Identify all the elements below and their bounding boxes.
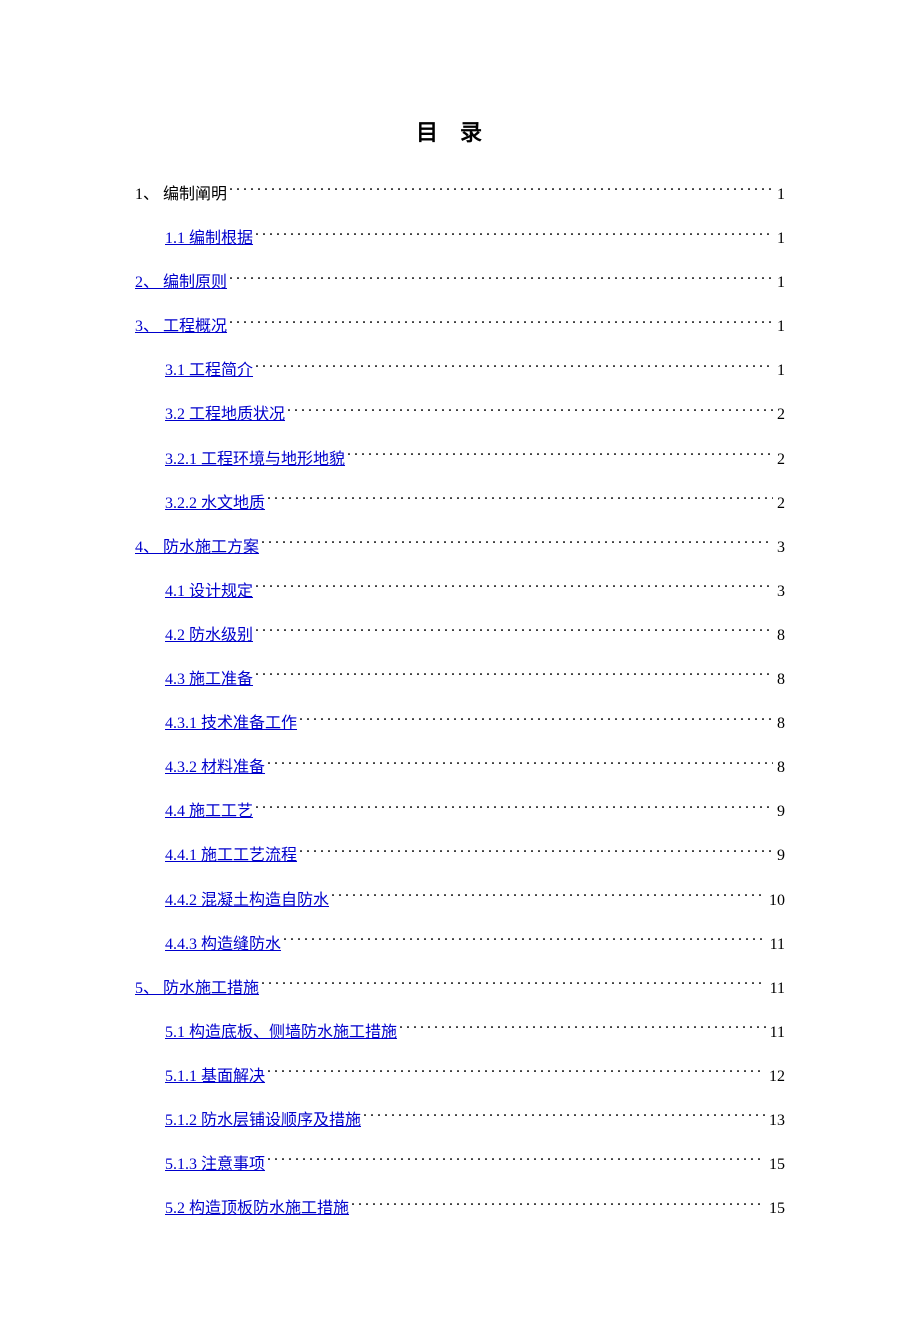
- toc-entry-page: 1: [775, 358, 785, 384]
- toc-dot-leader: [255, 800, 773, 816]
- toc-entry: 3.1 工程简介 1: [135, 358, 785, 384]
- toc-dot-leader: [399, 1021, 766, 1037]
- toc-dot-leader: [255, 359, 773, 375]
- toc-entry: 5.1.1 基面解决 12: [135, 1064, 785, 1090]
- toc-entry-page: 3: [775, 579, 785, 605]
- toc-dot-leader: [255, 227, 773, 243]
- toc-entry: 4.4.1 施工工艺流程 9: [135, 843, 785, 869]
- toc-dot-leader: [267, 1153, 765, 1169]
- toc-dot-leader: [255, 624, 773, 640]
- toc-entry-label: 1、 编制阐明: [135, 182, 227, 208]
- toc-entry-label[interactable]: 5、 防水施工措施: [135, 976, 259, 1002]
- toc-entry-page: 12: [767, 1064, 785, 1090]
- toc-entry: 1、 编制阐明 1: [135, 182, 785, 208]
- toc-entry-label[interactable]: 5.1.2 防水层铺设顺序及措施: [165, 1108, 361, 1134]
- toc-entry-label[interactable]: 4、 防水施工方案: [135, 535, 259, 561]
- toc-title: 目录: [135, 115, 785, 147]
- toc-dot-leader: [287, 403, 773, 419]
- toc-entry-label[interactable]: 4.3 施工准备: [165, 667, 253, 693]
- toc-entry: 4.3.1 技术准备工作 8: [135, 711, 785, 737]
- toc-entry-page: 1: [775, 314, 785, 340]
- toc-entry: 4.2 防水级别 8: [135, 623, 785, 649]
- toc-dot-leader: [347, 448, 773, 464]
- toc-entry-page: 10: [767, 888, 785, 914]
- toc-entry-label[interactable]: 4.3.1 技术准备工作: [165, 711, 297, 737]
- toc-entry-page: 1: [775, 270, 785, 296]
- document-page: 目录 1、 编制阐明 11.1 编制根据 12、 编制原则 13、 工程概况 1…: [0, 0, 920, 1320]
- toc-entry: 5.2 构造顶板防水施工措施 15: [135, 1196, 785, 1222]
- toc-entry-label[interactable]: 4.4.2 混凝土构造自防水: [165, 888, 329, 914]
- toc-dot-leader: [267, 1065, 765, 1081]
- toc-entry: 3、 工程概况 1: [135, 314, 785, 340]
- toc-entry: 4、 防水施工方案 3: [135, 535, 785, 561]
- toc-dot-leader: [229, 183, 773, 199]
- toc-entry-page: 1: [775, 182, 785, 208]
- toc-dot-leader: [229, 271, 773, 287]
- toc-dot-leader: [255, 668, 773, 684]
- toc-dot-leader: [261, 977, 766, 993]
- toc-entry-page: 11: [768, 1020, 785, 1046]
- toc-entry-label[interactable]: 4.3.2 材料准备: [165, 755, 265, 781]
- toc-entry-page: 3: [775, 535, 785, 561]
- toc-entry-page: 15: [767, 1196, 785, 1222]
- toc-entry-page: 1: [775, 226, 785, 252]
- toc-entry-label[interactable]: 4.4 施工工艺: [165, 799, 253, 825]
- toc-entry-page: 2: [775, 402, 785, 428]
- toc-entry-label[interactable]: 5.1.1 基面解决: [165, 1064, 265, 1090]
- toc-entry: 5.1.3 注意事项 15: [135, 1152, 785, 1178]
- toc-entry: 2、 编制原则 1: [135, 270, 785, 296]
- toc-entry: 4.4.2 混凝土构造自防水 10: [135, 888, 785, 914]
- toc-entry-label[interactable]: 5.1 构造底板、侧墙防水施工措施: [165, 1020, 397, 1046]
- toc-entry-label[interactable]: 3.2.1 工程环境与地形地貌: [165, 447, 345, 473]
- toc-dot-leader: [261, 536, 773, 552]
- toc-entry-page: 13: [767, 1108, 785, 1134]
- toc-entry-page: 2: [775, 447, 785, 473]
- toc-entry-page: 8: [775, 623, 785, 649]
- toc-entry: 5.1.2 防水层铺设顺序及措施 13: [135, 1108, 785, 1134]
- toc-entry-page: 9: [775, 799, 785, 825]
- toc-list: 1、 编制阐明 11.1 编制根据 12、 编制原则 13、 工程概况 13.1…: [135, 182, 785, 1222]
- toc-entry: 1.1 编制根据 1: [135, 226, 785, 252]
- toc-entry-page: 9: [775, 843, 785, 869]
- toc-entry-page: 11: [768, 932, 785, 958]
- toc-entry-label[interactable]: 4.2 防水级别: [165, 623, 253, 649]
- toc-dot-leader: [363, 1109, 765, 1125]
- toc-dot-leader: [283, 933, 766, 949]
- toc-entry-label[interactable]: 3、 工程概况: [135, 314, 227, 340]
- toc-dot-leader: [351, 1197, 765, 1213]
- toc-entry-page: 2: [775, 491, 785, 517]
- toc-entry-label[interactable]: 5.2 构造顶板防水施工措施: [165, 1196, 349, 1222]
- toc-entry: 4.3 施工准备 8: [135, 667, 785, 693]
- toc-entry-label[interactable]: 5.1.3 注意事项: [165, 1152, 265, 1178]
- toc-entry-page: 11: [768, 976, 785, 1002]
- toc-entry-label[interactable]: 3.2.2 水文地质: [165, 491, 265, 517]
- toc-entry: 4.4.3 构造缝防水 11: [135, 932, 785, 958]
- toc-dot-leader: [267, 492, 773, 508]
- toc-entry: 5.1 构造底板、侧墙防水施工措施 11: [135, 1020, 785, 1046]
- toc-entry-label[interactable]: 4.4.3 构造缝防水: [165, 932, 281, 958]
- toc-dot-leader: [299, 844, 773, 860]
- toc-entry-page: 8: [775, 667, 785, 693]
- toc-entry-label[interactable]: 3.2 工程地质状况: [165, 402, 285, 428]
- toc-entry-page: 15: [767, 1152, 785, 1178]
- toc-entry-label[interactable]: 4.1 设计规定: [165, 579, 253, 605]
- toc-entry: 4.4 施工工艺 9: [135, 799, 785, 825]
- toc-dot-leader: [299, 712, 773, 728]
- toc-entry: 4.1 设计规定 3: [135, 579, 785, 605]
- toc-entry-label[interactable]: 2、 编制原则: [135, 270, 227, 296]
- toc-dot-leader: [229, 315, 773, 331]
- toc-entry: 5、 防水施工措施 11: [135, 976, 785, 1002]
- toc-entry-label[interactable]: 4.4.1 施工工艺流程: [165, 843, 297, 869]
- toc-entry-label[interactable]: 1.1 编制根据: [165, 226, 253, 252]
- toc-entry: 4.3.2 材料准备 8: [135, 755, 785, 781]
- toc-entry-page: 8: [775, 755, 785, 781]
- toc-entry: 3.2.1 工程环境与地形地貌 2: [135, 447, 785, 473]
- toc-entry-page: 8: [775, 711, 785, 737]
- toc-dot-leader: [331, 889, 765, 905]
- toc-entry-label[interactable]: 3.1 工程简介: [165, 358, 253, 384]
- toc-entry: 3.2 工程地质状况 2: [135, 402, 785, 428]
- toc-dot-leader: [255, 580, 773, 596]
- toc-dot-leader: [267, 756, 773, 772]
- toc-entry: 3.2.2 水文地质 2: [135, 491, 785, 517]
